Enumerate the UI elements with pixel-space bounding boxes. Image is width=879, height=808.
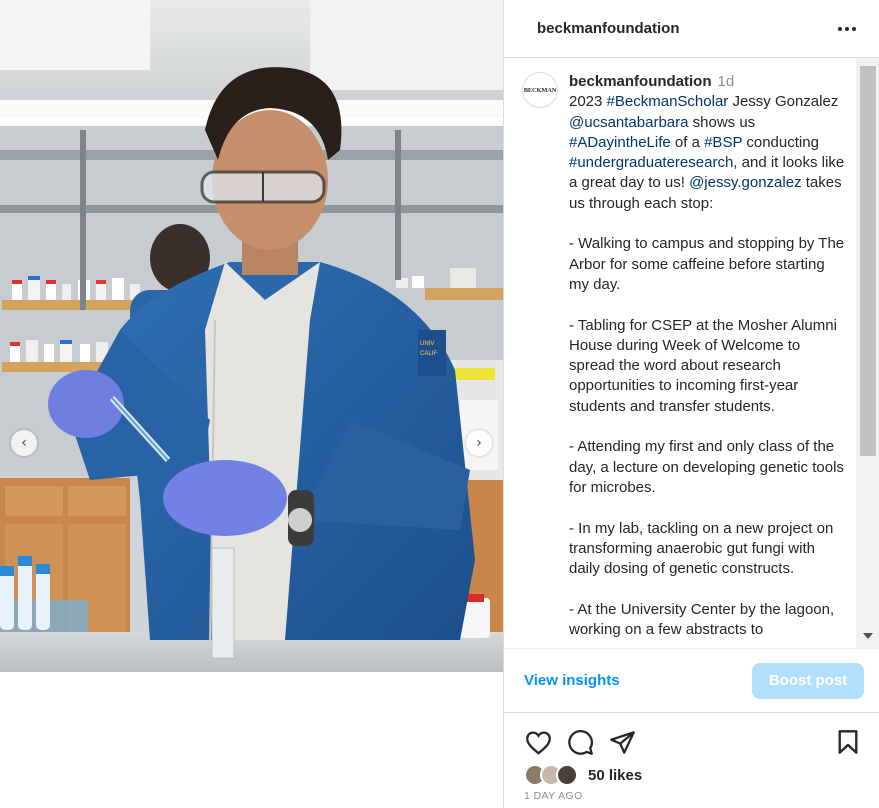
save-button[interactable] [832, 726, 864, 758]
heart-icon [525, 730, 551, 755]
comments-scrollbar[interactable] [856, 58, 879, 648]
hashtag-link[interactable]: #BSP [704, 134, 742, 151]
caption-stop: - Tabling for CSEP at the Mosher Alumni … [569, 316, 837, 415]
chevron-right-icon: › [476, 435, 482, 451]
caption-stop: - At the University Center by the lagoon… [569, 600, 835, 639]
post-photo[interactable]: UNIV CALIF ‹ › [0, 0, 503, 672]
post-date[interactable]: 1 DAY AGO [524, 790, 583, 802]
caption-stop: - In my lab, tackling on a new project o… [569, 519, 834, 578]
avatar [556, 764, 578, 786]
insights-bar: View insights Boost post [504, 648, 879, 713]
post-caption: BECKMAN beckmanfoundation 1d 2023 #Beckma… [504, 58, 856, 640]
comment-icon [567, 729, 593, 755]
comment-button[interactable] [564, 726, 596, 758]
post-actions [504, 724, 879, 760]
avatar[interactable]: BECKMAN [522, 72, 558, 108]
caption-text-part: shows us [688, 113, 756, 131]
chevron-left-icon: ‹ [21, 435, 27, 451]
share-icon [609, 730, 635, 754]
caption-text-part: 2023 [569, 93, 607, 111]
caption-text-part: conducting [742, 133, 819, 151]
mention-link[interactable]: @ucsantabarbara [569, 114, 688, 131]
view-insights-link[interactable]: View insights [524, 672, 620, 689]
like-button[interactable] [522, 726, 554, 758]
likes-row: 50 likes [524, 764, 642, 786]
lab-photo-illustration: UNIV CALIF [0, 0, 503, 672]
caption-username[interactable]: beckmanfoundation [569, 73, 712, 90]
caption-text-part: of a [670, 133, 705, 151]
comments-scroll-area[interactable]: BECKMAN beckmanfoundation 1d 2023 #Beckma… [504, 58, 856, 648]
post-panel: beckmanfoundation BECKMAN beckmanfoundat… [503, 0, 879, 808]
scroll-down-arrow-icon[interactable] [863, 633, 873, 639]
caption-text: beckmanfoundation 1d 2023 #BeckmanScholar… [569, 72, 846, 640]
more-icon[interactable] [835, 17, 859, 41]
header-username[interactable]: beckmanfoundation [537, 20, 835, 37]
hashtag-link[interactable]: #undergraduateresearch [569, 154, 733, 171]
bookmark-icon [838, 730, 858, 754]
svg-text:UNIV: UNIV [420, 341, 434, 347]
carousel-prev-button[interactable]: ‹ [11, 430, 37, 456]
hashtag-link[interactable]: #BeckmanScholar [607, 93, 729, 110]
likes-count[interactable]: 50 likes [588, 767, 642, 784]
carousel-next-button[interactable]: › [466, 430, 492, 456]
liker-avatars[interactable] [524, 764, 578, 786]
avatar-logo: BECKMAN [523, 86, 557, 94]
post-media: UNIV CALIF ‹ › [0, 0, 503, 808]
caption-stop: - Attending my first and only class of t… [569, 438, 844, 496]
caption-stop: - Walking to campus and stopping by The … [569, 235, 845, 293]
hashtag-link[interactable]: #ADayintheLife [569, 134, 671, 151]
svg-text:CALIF: CALIF [420, 351, 437, 357]
caption-time[interactable]: 1d [718, 73, 735, 90]
scrollbar-thumb[interactable] [860, 66, 876, 456]
boost-post-button[interactable]: Boost post [752, 662, 864, 699]
share-button[interactable] [606, 726, 638, 758]
post-header: beckmanfoundation [504, 0, 879, 58]
caption-text-part: Jessy Gonzalez [728, 93, 839, 111]
mention-link[interactable]: @jessy.gonzalez [689, 174, 802, 191]
